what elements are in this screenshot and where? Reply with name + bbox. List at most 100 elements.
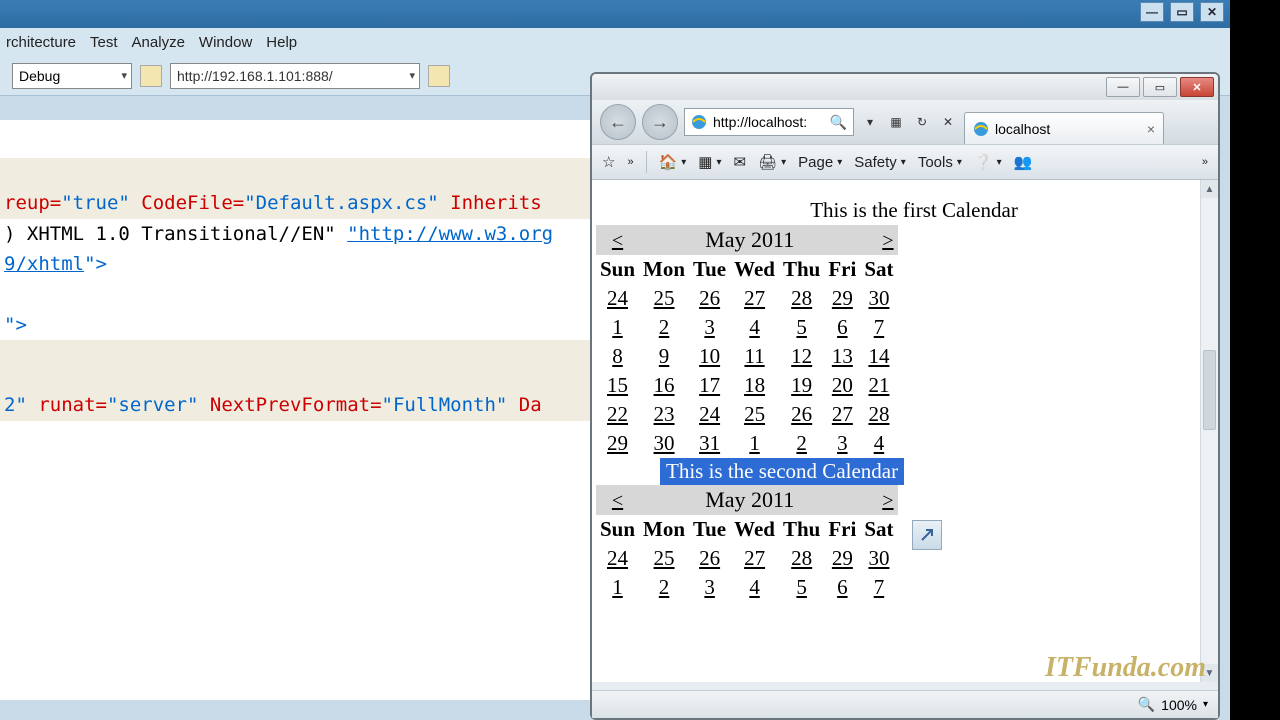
vs-minimize-button[interactable]: — xyxy=(1140,2,1164,22)
calendar-day-link[interactable]: 30 xyxy=(868,286,889,310)
calendar-day-link[interactable]: 6 xyxy=(837,575,848,599)
ie-stop-button[interactable]: ✕ xyxy=(938,112,958,132)
calendar-day-link[interactable]: 4 xyxy=(749,575,760,599)
calendar-day-link[interactable]: 5 xyxy=(796,315,807,339)
calendar-day-link[interactable]: 2 xyxy=(659,575,670,599)
page-menu[interactable]: Page▾ xyxy=(798,154,842,171)
calendar-day-link[interactable]: 25 xyxy=(654,546,675,570)
calendar-day-link[interactable]: 18 xyxy=(744,373,765,397)
calendar-day-link[interactable]: 26 xyxy=(699,286,720,310)
vs-menu-test[interactable]: Test xyxy=(90,34,118,51)
calendar-next-link[interactable]: > xyxy=(882,490,893,512)
calendar-day-link[interactable]: 6 xyxy=(837,315,848,339)
calendar-day-link[interactable]: 1 xyxy=(612,315,623,339)
ie-dropdown-icon[interactable]: ▾ xyxy=(860,112,880,132)
chevron-right-icon[interactable]: » xyxy=(1202,156,1208,168)
calendar-day-link[interactable]: 22 xyxy=(607,402,628,426)
calendar-day-link[interactable]: 20 xyxy=(832,373,853,397)
calendar-day-link[interactable]: 28 xyxy=(791,546,812,570)
calendar-day-link[interactable]: 3 xyxy=(704,575,715,599)
calendar-day-link[interactable]: 27 xyxy=(832,402,853,426)
calendar-day-link[interactable]: 2 xyxy=(796,431,807,455)
popup-arrow-button[interactable] xyxy=(912,520,942,550)
vs-menu-architecture[interactable]: rchitecture xyxy=(6,34,76,51)
ie-tab-localhost[interactable]: localhost × xyxy=(964,112,1164,144)
calendar-next-link[interactable]: > xyxy=(882,230,893,252)
calendar-day-link[interactable]: 2 xyxy=(659,315,670,339)
vs-maximize-button[interactable]: ▭ xyxy=(1170,2,1194,22)
calendar-day-link[interactable]: 4 xyxy=(749,315,760,339)
ie-compat-icon[interactable]: ▦ xyxy=(886,112,906,132)
code-doctype-link[interactable]: "http://www.w3.org xyxy=(347,223,553,245)
calendar-day-link[interactable]: 15 xyxy=(607,373,628,397)
ie-forward-button[interactable]: → xyxy=(642,104,678,140)
calendar-day-link[interactable]: 27 xyxy=(744,546,765,570)
vs-toolbar-icon-2[interactable] xyxy=(428,65,450,87)
calendar-day-link[interactable]: 30 xyxy=(868,546,889,570)
messenger-icon[interactable]: 👥 xyxy=(1014,153,1033,171)
calendar-day-link[interactable]: 3 xyxy=(837,431,848,455)
ie-maximize-button[interactable]: ▭ xyxy=(1143,77,1177,97)
calendar-day-link[interactable]: 1 xyxy=(749,431,760,455)
calendar-day-link[interactable]: 16 xyxy=(654,373,675,397)
calendar-day-link[interactable]: 23 xyxy=(654,402,675,426)
calendar-day-link[interactable]: 27 xyxy=(744,286,765,310)
calendar-day-link[interactable]: 29 xyxy=(832,286,853,310)
calendar-day-link[interactable]: 4 xyxy=(874,431,885,455)
ie-address-field[interactable]: http://localhost: 🔍 xyxy=(684,108,854,136)
calendar-day-link[interactable]: 29 xyxy=(607,431,628,455)
calendar-day-link[interactable]: 28 xyxy=(791,286,812,310)
scroll-down-icon[interactable]: ▼ xyxy=(1201,664,1218,682)
calendar-day-link[interactable]: 5 xyxy=(796,575,807,599)
calendar-day-link[interactable]: 24 xyxy=(607,286,628,310)
calendar-day-link[interactable]: 25 xyxy=(744,402,765,426)
vs-menu-analyze[interactable]: Analyze xyxy=(132,34,185,51)
calendar-day-link[interactable]: 9 xyxy=(659,344,670,368)
calendar-day-link[interactable]: 10 xyxy=(699,344,720,368)
search-icon[interactable]: 🔍 xyxy=(830,114,847,131)
calendar-day-link[interactable]: 19 xyxy=(791,373,812,397)
calendar-day-link[interactable]: 3 xyxy=(704,315,715,339)
calendar-day-link[interactable]: 25 xyxy=(654,286,675,310)
calendar-day-link[interactable]: 30 xyxy=(654,431,675,455)
calendar-day-link[interactable]: 11 xyxy=(744,344,764,368)
calendar-prev-link[interactable]: < xyxy=(612,490,623,512)
calendar-day-link[interactable]: 7 xyxy=(874,575,885,599)
tools-menu[interactable]: Tools▾ xyxy=(918,154,962,171)
readmail-button[interactable]: ✉ xyxy=(734,153,747,171)
scroll-up-icon[interactable]: ▲ xyxy=(1201,180,1218,198)
calendar-day-link[interactable]: 31 xyxy=(699,431,720,455)
calendar-day-link[interactable]: 21 xyxy=(868,373,889,397)
vs-close-button[interactable]: ✕ xyxy=(1200,2,1224,22)
ie-tab-close-icon[interactable]: × xyxy=(1147,121,1155,137)
calendar-day-link[interactable]: 17 xyxy=(699,373,720,397)
calendar-day-link[interactable]: 24 xyxy=(699,402,720,426)
home-button[interactable]: 🏠▾ xyxy=(659,153,687,171)
vs-toolbar-icon[interactable] xyxy=(140,65,162,87)
calendar-prev-link[interactable]: < xyxy=(612,230,623,252)
favorites-icon[interactable]: ☆ xyxy=(602,153,615,171)
scrollbar-thumb[interactable] xyxy=(1203,350,1216,430)
ie-back-button[interactable]: ← xyxy=(600,104,636,140)
calendar-day-link[interactable]: 1 xyxy=(612,575,623,599)
calendar-day-link[interactable]: 14 xyxy=(868,344,889,368)
calendar-day-link[interactable]: 28 xyxy=(868,402,889,426)
calendar-day-link[interactable]: 12 xyxy=(791,344,812,368)
vs-configuration-combo[interactable]: Debug xyxy=(12,63,132,89)
ie-vertical-scrollbar[interactable]: ▲ ▼ xyxy=(1200,180,1218,682)
safety-menu[interactable]: Safety▾ xyxy=(854,154,906,171)
calendar-day-link[interactable]: 26 xyxy=(699,546,720,570)
vs-menu-window[interactable]: Window xyxy=(199,34,252,51)
zoom-dropdown-icon[interactable]: ▾ xyxy=(1203,699,1208,710)
vs-code-editor[interactable]: reup="true" CodeFile="Default.aspx.cs" I… xyxy=(0,120,590,700)
print-button[interactable]: 🖨▾ xyxy=(758,153,786,171)
calendar-day-link[interactable]: 26 xyxy=(791,402,812,426)
calendar-day-link[interactable]: 24 xyxy=(607,546,628,570)
calendar-day-link[interactable]: 13 xyxy=(832,344,853,368)
help-button[interactable]: ❔▾ xyxy=(974,153,1002,171)
chevron-right-icon[interactable]: » xyxy=(627,156,633,168)
ie-minimize-button[interactable]: — xyxy=(1106,77,1140,97)
calendar-day-link[interactable]: 29 xyxy=(832,546,853,570)
ie-refresh-button[interactable]: ↻ xyxy=(912,112,932,132)
calendar-day-link[interactable]: 7 xyxy=(874,315,885,339)
